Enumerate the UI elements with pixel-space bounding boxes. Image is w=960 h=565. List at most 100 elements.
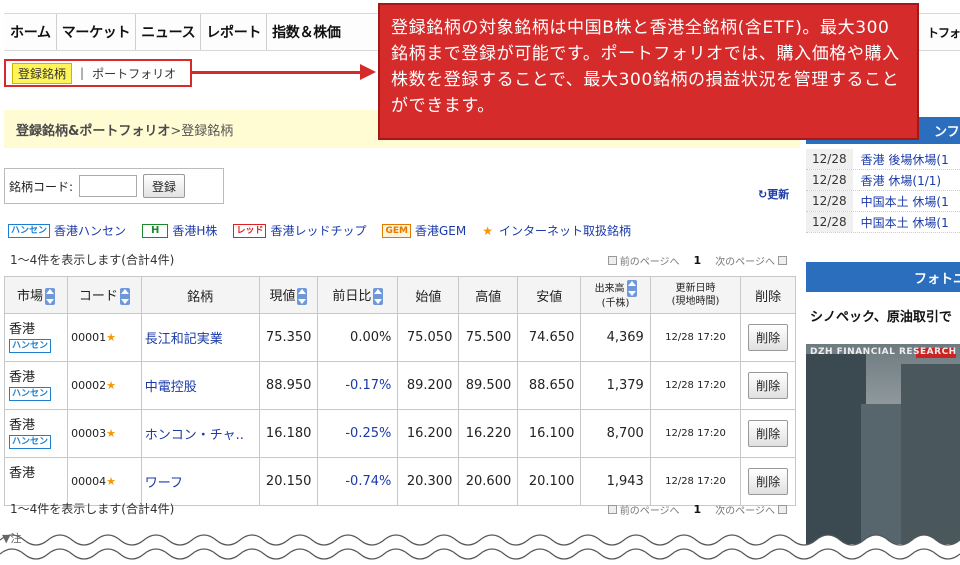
star-icon: ★ — [106, 475, 116, 488]
building-shape — [901, 364, 960, 544]
cell-open: 16.200 — [397, 409, 460, 458]
breadcrumb-parent[interactable]: 登録銘柄&ポートフォリオ — [16, 120, 170, 139]
list-item[interactable]: 12/28 香港 休場(1/1) — [806, 170, 960, 191]
sort-icon[interactable] — [626, 280, 637, 297]
cell-volume: 1,379 — [580, 361, 651, 410]
col-market[interactable]: 市場 — [3, 276, 69, 314]
watchlist-table: 市場 コード 銘柄 現値 前日比 始値 高値 安値 出来高 (千株) 更新日時 (現… — [3, 276, 796, 506]
nav-report[interactable]: レポート — [200, 14, 266, 50]
photo-news-image[interactable]: DZH FINANCIAL RESEARCH — [806, 344, 960, 544]
col-high: 高値 — [458, 276, 519, 314]
delete-button[interactable]: 削除 — [748, 468, 789, 495]
refresh-label: 更新 — [767, 188, 790, 201]
cell-open: 75.050 — [397, 313, 460, 362]
col-change-label: 前日比 — [332, 289, 372, 304]
register-button[interactable]: 登録 — [143, 174, 186, 198]
list-item[interactable]: 12/28 中国本土 休場(1 — [806, 191, 960, 212]
cell-code: 00004★ — [67, 457, 142, 506]
h-share-tag-icon: H — [142, 223, 169, 238]
nav-portfolio-fragment[interactable]: トフォ — [927, 14, 960, 50]
col-market-label: 市場 — [17, 289, 44, 304]
callout-arrow-head — [360, 64, 376, 80]
holiday-text[interactable]: 香港 後場休場(1 — [853, 151, 949, 168]
star-icon: ★ — [106, 331, 116, 344]
col-name: 銘柄 — [140, 276, 260, 314]
col-low: 安値 — [517, 276, 582, 314]
hansen-tag-icon: ハンセン — [9, 387, 52, 401]
sort-icon[interactable] — [119, 288, 130, 305]
cell-change: 0.00% — [317, 313, 399, 362]
torn-edge-decoration — [0, 534, 960, 565]
breadcrumb-current: >登録銘柄 — [170, 123, 234, 139]
nav-market[interactable]: マーケット — [55, 14, 136, 50]
table-row: 香港 ハンセン 00003★ ホンコン・チャ.. 16.180 -0.25% 16… — [3, 409, 796, 458]
stock-name-link[interactable]: ワーフ — [140, 457, 260, 506]
legend-internet: インターネット取扱銘柄 — [498, 224, 631, 238]
notes-toggle[interactable]: ▼注 — [2, 530, 21, 546]
stock-name-link[interactable]: 長江和記実業 — [140, 313, 260, 362]
next-page-link[interactable]: 次のページへ — [715, 253, 775, 268]
holiday-text[interactable]: 中国本土 休場(1 — [853, 193, 949, 210]
nav-index-price[interactable]: 指数＆株価 — [266, 14, 346, 50]
next-page-icon — [778, 505, 787, 514]
result-count-top: 1〜4件を表示します(合計4件) — [10, 253, 175, 267]
cell-code: 00002★ — [67, 361, 142, 410]
col-volume-unit: (千株) — [601, 298, 630, 309]
table-row: 香港 00004★ ワーフ 20.150 -0.74% 20.300 20.60… — [3, 457, 796, 506]
cell-delete: 削除 — [740, 457, 796, 506]
code-input[interactable] — [79, 175, 138, 197]
stock-name-link[interactable]: ホンコン・チャ.. — [140, 409, 260, 458]
sort-icon[interactable] — [373, 288, 384, 305]
col-code[interactable]: コード — [67, 276, 142, 314]
list-item[interactable]: 12/28 香港 後場休場(1 — [806, 149, 960, 170]
holiday-text[interactable]: 中国本土 休場(1 — [853, 214, 949, 231]
col-price[interactable]: 現値 — [258, 276, 319, 314]
refresh-link[interactable]: ↻更新 — [758, 186, 789, 202]
delete-button[interactable]: 削除 — [748, 372, 789, 399]
tab-portfolio[interactable]: ポートフォリオ — [92, 65, 176, 82]
nav-home[interactable]: ホーム — [4, 14, 56, 50]
sort-icon[interactable] — [45, 288, 56, 305]
code-label: 銘柄コード: — [9, 179, 74, 194]
cell-updated: 12/28 17:20 — [649, 361, 742, 410]
refresh-icon: ↻ — [758, 188, 768, 201]
cell-volume: 4,369 — [580, 313, 651, 362]
cell-updated: 12/28 17:20 — [649, 457, 742, 506]
nav-news[interactable]: ニュース — [135, 14, 200, 50]
holiday-date: 12/28 — [806, 149, 853, 169]
cell-high: 16.220 — [458, 409, 519, 458]
hansen-tag-icon: ハンセン — [9, 339, 52, 353]
annotation-callout: 登録銘柄の対象銘柄は中国B株と香港全銘柄(含ETF)。最大300銘柄まで登録が可… — [378, 3, 919, 140]
legend-h-share: 香港H株 — [172, 224, 218, 238]
holiday-text[interactable]: 香港 休場(1/1) — [853, 172, 942, 189]
col-delete: 削除 — [740, 276, 796, 314]
delete-button[interactable]: 削除 — [748, 420, 789, 447]
cell-price: 20.150 — [258, 457, 319, 506]
stock-name-link[interactable]: 中電控股 — [140, 361, 260, 410]
prev-page-link[interactable]: 前のページへ — [620, 502, 680, 517]
col-price-label: 現値 — [269, 289, 296, 304]
market-label: 香港 — [9, 370, 36, 385]
pager-top: 前のページへ 1 次のページへ — [605, 253, 790, 268]
pager-bottom: 前のページへ 1 次のページへ — [605, 502, 790, 517]
next-page-icon — [778, 256, 787, 265]
next-page-link[interactable]: 次のページへ — [715, 502, 775, 517]
photo-news-headline[interactable]: シノペック、原油取引で — [810, 306, 952, 325]
col-updated-label: 更新日時 — [675, 283, 716, 294]
col-change[interactable]: 前日比 — [317, 276, 399, 314]
code-register-box: 銘柄コード: 登録 — [4, 168, 224, 204]
code-value: 00004 — [71, 475, 107, 488]
photo-news-header: フォトニ — [806, 262, 960, 292]
sort-icon[interactable] — [297, 288, 308, 305]
table-row: 香港 ハンセン 00002★ 中電控股 88.950 -0.17% 89.200 … — [3, 361, 796, 410]
gem-tag-icon: GEM — [382, 223, 411, 238]
sub-nav: 登録銘柄 | ポートフォリオ — [4, 59, 192, 87]
delete-button[interactable]: 削除 — [748, 324, 789, 351]
cell-open: 20.300 — [397, 457, 460, 506]
tab-registered-stocks[interactable]: 登録銘柄 — [12, 62, 73, 84]
prev-page-link[interactable]: 前のページへ — [620, 253, 680, 268]
col-volume[interactable]: 出来高 (千株) — [580, 276, 651, 314]
list-item[interactable]: 12/28 中国本土 休場(1 — [806, 212, 960, 233]
holiday-date: 12/28 — [806, 191, 853, 211]
cell-code: 00001★ — [67, 313, 142, 362]
